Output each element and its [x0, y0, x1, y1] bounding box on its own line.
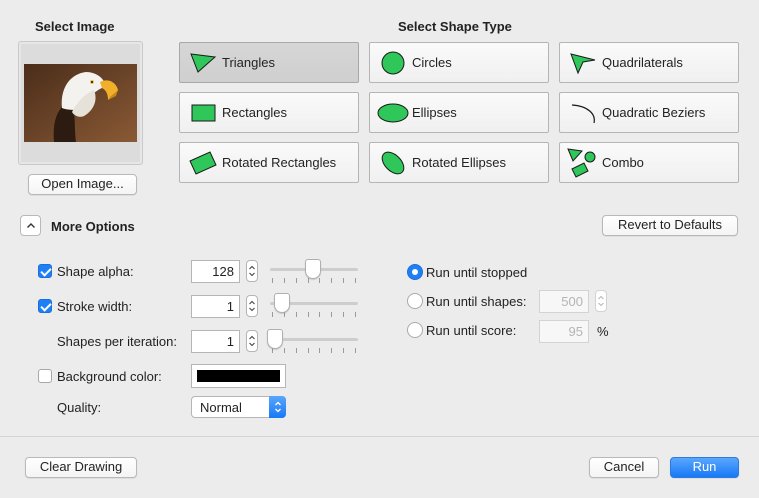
background-color-checkbox[interactable]: [38, 369, 52, 383]
select-shape-type-heading: Select Shape Type: [398, 19, 512, 34]
shape-label: Rectangles: [222, 105, 288, 120]
shape-label: Quadrilaterals: [602, 55, 683, 70]
run-until-shapes-label: Run until shapes:: [426, 294, 527, 309]
run-until-score-field[interactable]: 95: [539, 320, 589, 343]
circle-icon: [376, 48, 410, 78]
score-percent-unit: %: [597, 324, 609, 339]
stroke-width-label: Stroke width:: [57, 299, 133, 314]
run-until-shapes-stepper[interactable]: [595, 290, 607, 312]
shape-alpha-stepper[interactable]: [246, 260, 258, 282]
shape-button-ellipses[interactable]: Ellipses: [369, 92, 549, 133]
shape-label: Circles: [412, 55, 452, 70]
shape-button-quadrilaterals[interactable]: Quadrilaterals: [559, 42, 739, 83]
shape-alpha-label: Shape alpha:: [57, 264, 134, 279]
run-until-shapes-field[interactable]: 500: [539, 290, 589, 313]
more-options-label: More Options: [51, 219, 135, 234]
run-button[interactable]: Run: [670, 457, 739, 478]
shape-button-rotated-ellipses[interactable]: Rotated Ellipses: [369, 142, 549, 183]
select-image-heading: Select Image: [35, 19, 115, 34]
shape-label: Quadratic Beziers: [602, 105, 706, 120]
shapes-per-iteration-slider-track[interactable]: [270, 338, 358, 341]
shape-label: Ellipses: [412, 105, 457, 120]
run-until-stopped-label: Run until stopped: [426, 265, 528, 280]
shape-label: Rotated Rectangles: [222, 155, 337, 170]
shape-alpha-checkbox[interactable]: [38, 264, 52, 278]
color-swatch: [197, 370, 280, 382]
cancel-button[interactable]: Cancel: [589, 457, 659, 478]
shape-button-combo[interactable]: Combo: [559, 142, 739, 183]
shape-label: Combo: [602, 155, 644, 170]
background-color-well[interactable]: [191, 364, 286, 388]
shape-label: Triangles: [222, 55, 275, 70]
rotated-ellipse-icon: [376, 148, 410, 178]
ellipse-icon: [376, 98, 410, 128]
stroke-width-checkbox[interactable]: [38, 299, 52, 313]
shape-button-triangles[interactable]: Triangles: [179, 42, 359, 83]
quality-popup[interactable]: Normal: [191, 396, 286, 418]
footer-divider: [0, 436, 759, 437]
run-until-score-radio[interactable]: [407, 322, 423, 338]
stroke-width-slider-knob[interactable]: [274, 293, 290, 313]
shape-alpha-field[interactable]: 128: [191, 260, 240, 283]
bezier-curve-icon: [566, 98, 600, 128]
shapes-per-iteration-slider-knob[interactable]: [267, 329, 283, 349]
background-color-label: Background color:: [57, 369, 162, 384]
shapes-per-iteration-slider-ticks: [272, 348, 356, 353]
chevron-up-icon: [26, 223, 35, 228]
source-image-eagle: [24, 64, 137, 142]
stroke-width-slider-ticks: [272, 312, 356, 317]
popup-arrows-icon: [269, 396, 286, 418]
run-until-stopped-radio[interactable]: [407, 264, 423, 280]
quality-label: Quality:: [57, 400, 102, 415]
shapes-per-iteration-label: Shapes per iteration:: [57, 334, 177, 349]
shape-button-quadratic-beziers[interactable]: Quadratic Beziers: [559, 92, 739, 133]
run-until-shapes-radio[interactable]: [407, 293, 423, 309]
shape-alpha-slider-knob[interactable]: [305, 259, 321, 279]
shapes-per-iteration-field[interactable]: 1: [191, 330, 240, 353]
combo-shapes-icon: [566, 147, 600, 178]
open-image-button[interactable]: Open Image...: [28, 174, 137, 195]
revert-to-defaults-button[interactable]: Revert to Defaults: [602, 215, 738, 236]
quality-value: Normal: [200, 400, 242, 415]
shape-button-rotated-rectangles[interactable]: Rotated Rectangles: [179, 142, 359, 183]
shapes-per-iteration-stepper[interactable]: [246, 330, 258, 352]
run-until-score-label: Run until score:: [426, 323, 517, 338]
more-options-toggle[interactable]: [20, 215, 41, 236]
stroke-width-field[interactable]: 1: [191, 295, 240, 318]
stroke-width-stepper[interactable]: [246, 295, 258, 317]
rotated-rectangle-icon: [186, 148, 220, 178]
clear-drawing-button[interactable]: Clear Drawing: [25, 457, 137, 478]
shape-button-circles[interactable]: Circles: [369, 42, 549, 83]
quadrilateral-icon: [566, 48, 600, 78]
triangle-icon: [186, 48, 220, 78]
shape-button-rectangles[interactable]: Rectangles: [179, 92, 359, 133]
shape-label: Rotated Ellipses: [412, 155, 506, 170]
rectangle-icon: [186, 98, 220, 128]
